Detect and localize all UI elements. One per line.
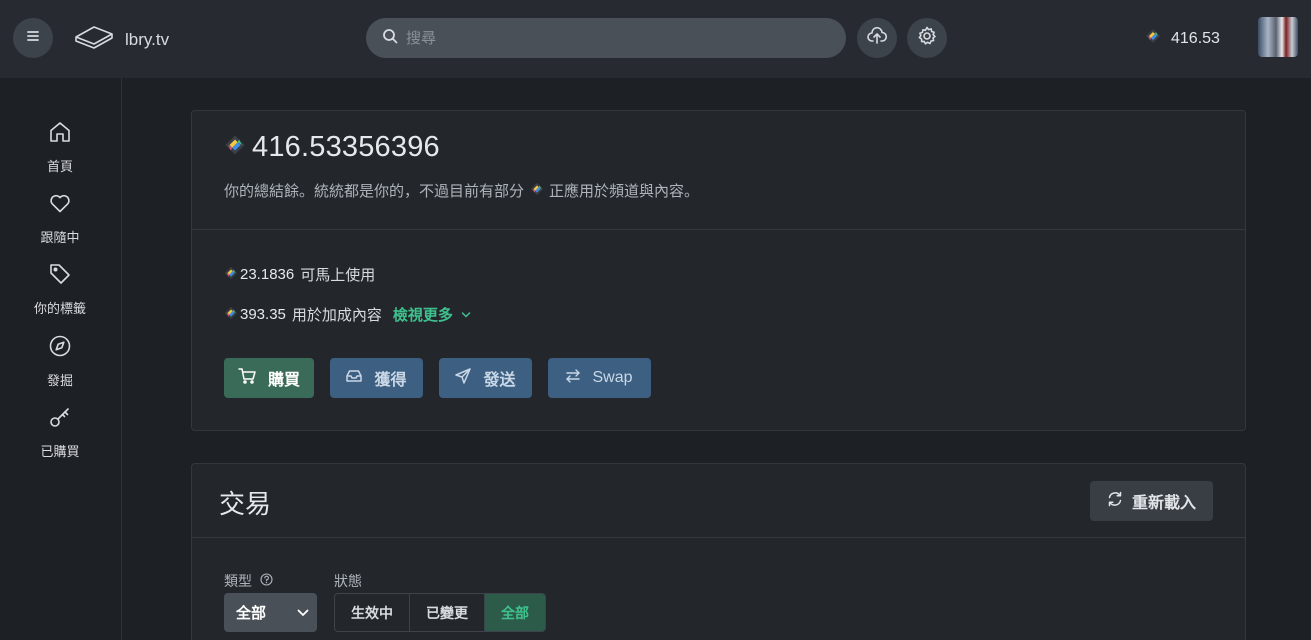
sidebar-item-discover[interactable]: 發掘 bbox=[0, 334, 120, 389]
status-option-active[interactable]: 生效中 bbox=[335, 594, 410, 631]
upload-button[interactable] bbox=[857, 18, 897, 58]
lbc-icon bbox=[224, 306, 238, 324]
header-balance-amount: 416.53 bbox=[1171, 29, 1220, 47]
sidebar-item-tags[interactable]: 你的標籤 bbox=[0, 262, 120, 317]
boost-balance: 393.35 用於加成內容 檢視更多 bbox=[224, 304, 471, 325]
status-label-text: 狀態 bbox=[334, 573, 362, 589]
balance-description-text: 正應用於頻道與內容。 bbox=[549, 183, 700, 200]
type-label-text: 類型 bbox=[224, 573, 252, 589]
sidebar-item-label: 發掘 bbox=[46, 373, 73, 388]
menu-button[interactable] bbox=[13, 18, 53, 58]
key-icon bbox=[48, 405, 72, 434]
header: lbry.tv 416.53 bbox=[0, 0, 1311, 78]
gear-icon bbox=[917, 26, 937, 51]
search-input[interactable] bbox=[406, 29, 826, 47]
balance-description-text: 你的總結餘。統統都是你的，不過目前有部分 bbox=[224, 183, 525, 200]
buy-label: 購買 bbox=[267, 372, 300, 389]
avatar[interactable] bbox=[1258, 17, 1298, 57]
sidebar: 首頁 跟隨中 你的標籤 發掘 已購買 bbox=[0, 78, 122, 640]
view-more-button[interactable]: 檢視更多 bbox=[393, 304, 471, 325]
sidebar-item-label: 首頁 bbox=[46, 159, 73, 174]
help-icon[interactable] bbox=[252, 573, 273, 589]
divider bbox=[192, 537, 1245, 538]
balance-description: 你的總結餘。統統都是你的，不過目前有部分 正應用於頻道與內容。 bbox=[224, 180, 699, 201]
inbox-icon bbox=[346, 369, 374, 388]
buy-button[interactable]: 購買 bbox=[224, 358, 314, 398]
lbry-logo-icon bbox=[74, 22, 114, 57]
header-balance[interactable]: 416.53 bbox=[1145, 28, 1220, 49]
transactions-card: 交易 重新載入 類型 全部 狀態 生效中 已變更 全部 bbox=[191, 463, 1246, 640]
available-amount: 23.1836 bbox=[240, 266, 295, 283]
refresh-icon bbox=[1107, 491, 1132, 512]
home-icon bbox=[48, 120, 72, 149]
lbc-icon bbox=[1145, 28, 1161, 49]
settings-button[interactable] bbox=[907, 18, 947, 58]
status-option-all[interactable]: 全部 bbox=[485, 594, 545, 631]
sidebar-item-following[interactable]: 跟隨中 bbox=[0, 191, 120, 246]
reload-label: 重新載入 bbox=[1131, 495, 1196, 512]
cloud-upload-icon bbox=[867, 26, 888, 50]
total-balance-amount: 416.53356396 bbox=[252, 131, 440, 163]
sidebar-item-label: 跟隨中 bbox=[40, 230, 80, 245]
available-label: 可馬上使用 bbox=[300, 267, 376, 284]
hamburger-icon bbox=[25, 29, 41, 48]
swap-icon bbox=[566, 368, 592, 388]
lbc-icon bbox=[530, 182, 544, 200]
search-bar[interactable] bbox=[366, 18, 846, 58]
divider bbox=[192, 229, 1245, 230]
transactions-title: 交易 bbox=[219, 489, 272, 519]
compass-icon bbox=[48, 334, 72, 363]
boost-amount: 393.35 bbox=[240, 306, 286, 323]
boost-label: 用於加成內容 bbox=[291, 307, 382, 324]
send-icon bbox=[455, 367, 483, 389]
send-label: 發送 bbox=[483, 372, 516, 389]
total-balance: 416.53356396 bbox=[224, 131, 440, 164]
sidebar-item-label: 已購買 bbox=[40, 444, 80, 459]
type-select[interactable]: 全部 bbox=[224, 593, 317, 632]
chevron-down-icon bbox=[453, 306, 471, 323]
status-option-changed[interactable]: 已變更 bbox=[410, 594, 485, 631]
chevron-down-icon bbox=[297, 604, 309, 621]
reload-button[interactable]: 重新載入 bbox=[1090, 481, 1213, 521]
status-segmented-control: 生效中 已變更 全部 bbox=[334, 593, 546, 632]
swap-label: Swap bbox=[592, 369, 633, 386]
site-name: lbry.tv bbox=[125, 29, 170, 49]
view-more-label: 檢視更多 bbox=[392, 307, 453, 324]
sidebar-item-home[interactable]: 首頁 bbox=[0, 120, 120, 175]
search-icon bbox=[382, 28, 398, 49]
tag-icon bbox=[48, 262, 72, 291]
sidebar-item-label: 你的標籤 bbox=[33, 301, 86, 316]
lbc-icon bbox=[224, 266, 238, 284]
type-label: 類型 bbox=[224, 571, 273, 591]
swap-button[interactable]: Swap bbox=[548, 358, 651, 398]
type-select-value: 全部 bbox=[236, 605, 267, 622]
receive-button[interactable]: 獲得 bbox=[330, 358, 423, 398]
lbc-icon bbox=[224, 131, 246, 164]
available-balance: 23.1836 可馬上使用 bbox=[224, 264, 375, 285]
status-label: 狀態 bbox=[334, 571, 362, 591]
receive-label: 獲得 bbox=[374, 372, 407, 389]
send-button[interactable]: 發送 bbox=[439, 358, 532, 398]
cart-icon bbox=[238, 367, 268, 389]
heart-icon bbox=[48, 191, 72, 220]
logo[interactable]: lbry.tv bbox=[74, 22, 169, 57]
wallet-balance-card: 416.53356396 你的總結餘。統統都是你的，不過目前有部分 正應用於頻道… bbox=[191, 110, 1246, 431]
sidebar-item-purchased[interactable]: 已購買 bbox=[0, 405, 120, 460]
